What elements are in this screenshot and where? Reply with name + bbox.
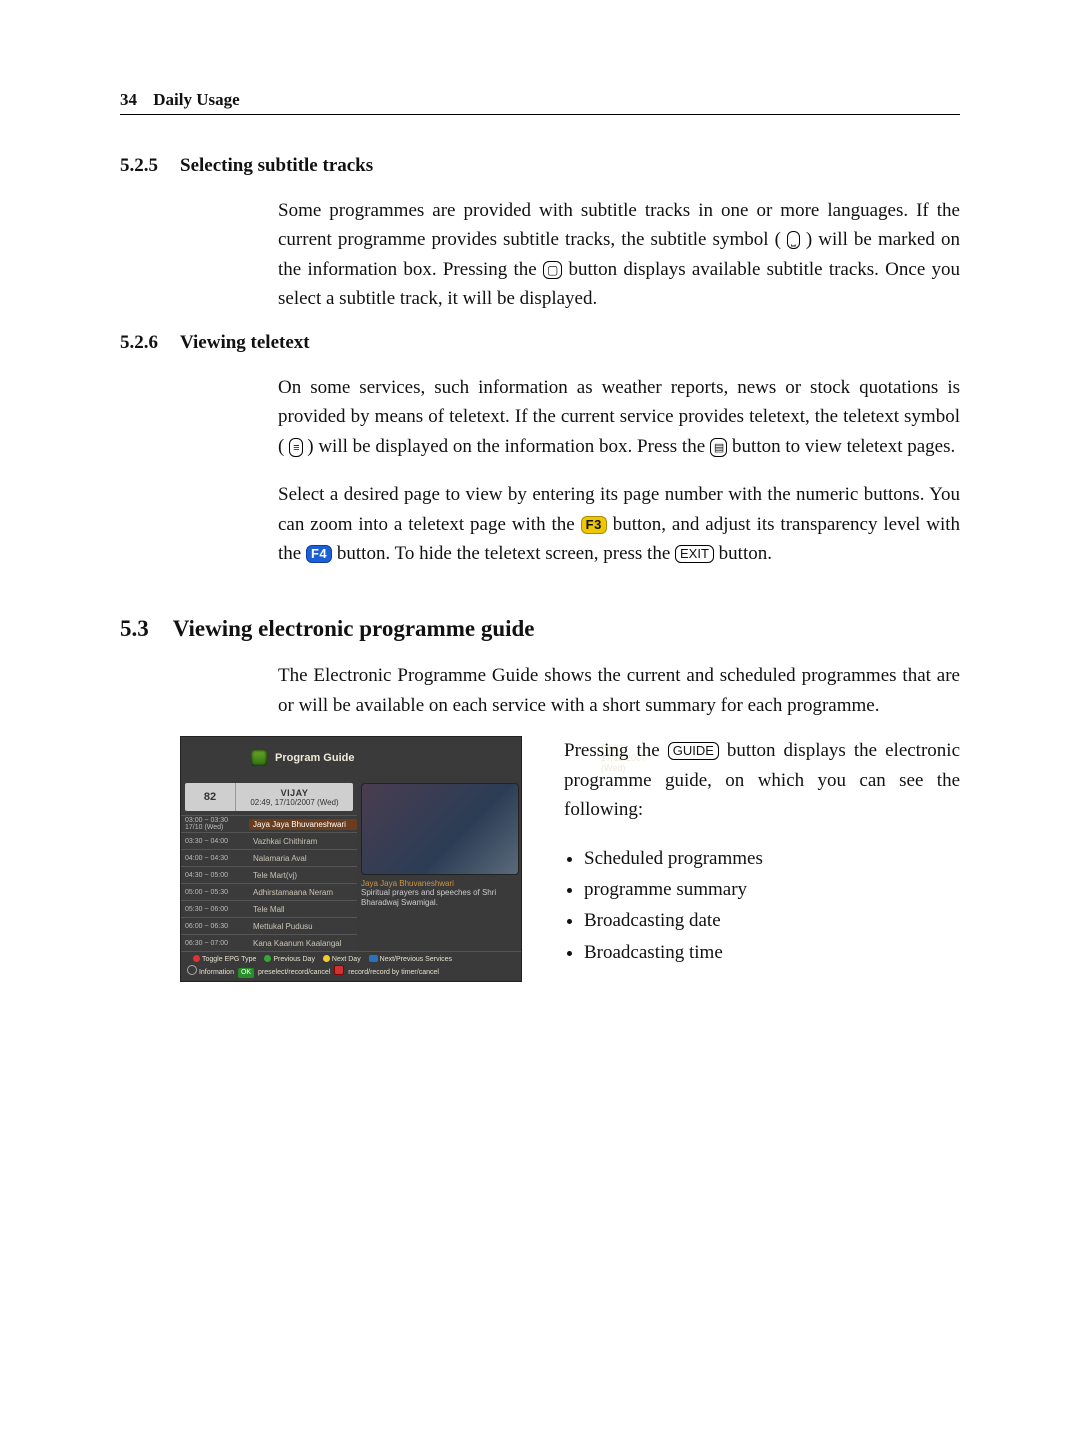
epg-desc: Spiritual prayers and speeches of Shri B… xyxy=(361,888,517,908)
epg-screenshot: Program Guide 03:02, 17/10/2007 (Wed) 82… xyxy=(180,736,522,982)
subsection-title: Selecting subtitle tracks xyxy=(180,155,373,176)
epg-row: 04:00 ~ 04:30Nalamaria Aval xyxy=(181,849,357,866)
f3-button-icon: F3 xyxy=(581,516,607,534)
epg-channel-box: 82 VIJAY 02:49, 17/10/2007 (Wed) xyxy=(185,783,353,811)
subsection-5-2-6: 5.2.6 Viewing teletext xyxy=(120,332,960,354)
epg-row: 06:00 ~ 06:30Mettukal Pudusu xyxy=(181,917,357,934)
section-5-3: 5.3 Viewing electronic programme guide xyxy=(120,616,960,642)
exit-button-icon: EXIT xyxy=(675,545,714,563)
text: button. xyxy=(719,543,772,564)
epg-row: 03:30 ~ 04:00Vazhkai Chithiram xyxy=(181,832,357,849)
epg-row-time: 03:30 ~ 04:00 xyxy=(181,838,249,845)
epg-row: 06:30 ~ 07:00Kana Kaanum Kaalangal xyxy=(181,934,357,951)
text: button to view teletext pages. xyxy=(732,436,955,457)
subsection-number: 5.2.6 xyxy=(120,332,158,353)
epg-row-prog: Tele Mart(vj) xyxy=(249,871,357,880)
bullet-list: Scheduled programmesprogramme summaryBro… xyxy=(564,844,960,968)
epg-row-time: 05:30 ~ 06:00 xyxy=(181,906,249,913)
epg-preview xyxy=(361,783,519,875)
epg-row-time: 06:00 ~ 06:30 xyxy=(181,923,249,930)
epg-row: 05:00 ~ 05:30Adhirstamaana Neram xyxy=(181,883,357,900)
epg-row-time: 03:00 ~ 03:30 17/10 (Wed) xyxy=(181,817,249,831)
subtitle-button-icon: ▢ xyxy=(543,261,562,279)
epg-row-prog: Tele Mall xyxy=(249,905,357,914)
text: Previous Day xyxy=(273,956,315,963)
guide-button-icon: GUIDE xyxy=(668,742,719,760)
epg-title: Program Guide xyxy=(275,752,354,764)
epg-row-prog: Vazhkai Chithiram xyxy=(249,837,357,846)
chapter-title: Daily Usage xyxy=(153,90,239,109)
record-icon xyxy=(334,965,344,975)
bullet-item: Scheduled programmes xyxy=(584,844,960,873)
paragraph: The Electronic Programme Guide shows the… xyxy=(278,661,960,720)
epg-desc-title: Jaya Jaya Bhuvaneshwari xyxy=(361,879,517,888)
paragraph: Some programmes are provided with subtit… xyxy=(278,196,960,314)
epg-row-time: 04:00 ~ 04:30 xyxy=(181,855,249,862)
text: button. To hide the teletext screen, pre… xyxy=(337,543,675,564)
epg-row-prog: Jaya Jaya Bhuvaneshwari xyxy=(249,819,357,830)
epg-row-time: 04:30 ~ 05:00 xyxy=(181,872,249,879)
paragraph: Pressing the GUIDE button displays the e… xyxy=(564,736,960,824)
epg-row-time: 05:00 ~ 05:30 xyxy=(181,889,249,896)
bullet-item: Broadcasting date xyxy=(584,906,960,935)
epg-row-prog: Kana Kaanum Kaalangal xyxy=(249,939,357,948)
epg-channel-time: 02:49, 17/10/2007 (Wed) xyxy=(250,798,338,807)
text: Next/Previous Services xyxy=(380,956,452,963)
text: Pressing the xyxy=(564,740,668,761)
text: preselect/record/cancel xyxy=(258,969,330,976)
paragraph: On some services, such information as we… xyxy=(278,373,960,461)
teletext-symbol-icon: ≡ xyxy=(289,438,302,457)
subtitle-symbol-icon: ⎵ xyxy=(787,231,800,249)
section-number: 5.3 xyxy=(120,616,149,641)
epg-row: 05:30 ~ 06:00Tele Mall xyxy=(181,900,357,917)
text: record/record by timer/cancel xyxy=(348,969,439,976)
epg-row-time: 06:30 ~ 07:00 xyxy=(181,940,249,947)
f4-button-icon: F4 xyxy=(306,545,332,563)
epg-logo-icon xyxy=(251,750,267,766)
epg-channel-number: 82 xyxy=(185,783,236,811)
epg-row-prog: Adhirstamaana Neram xyxy=(249,888,357,897)
subsection-5-2-5: 5.2.5 Selecting subtitle tracks xyxy=(120,155,960,177)
section-title: Viewing electronic programme guide xyxy=(173,616,535,641)
bullet-item: Broadcasting time xyxy=(584,938,960,967)
text: Information xyxy=(199,969,234,976)
text: Toggle EPG Type xyxy=(202,956,256,963)
running-head: 34 Daily Usage xyxy=(120,90,960,115)
ok-icon: OK xyxy=(238,968,254,978)
epg-row-prog: Nalamaria Aval xyxy=(249,854,357,863)
epg-row: 03:00 ~ 03:30 17/10 (Wed)Jaya Jaya Bhuva… xyxy=(181,815,357,832)
epg-row-prog: Mettukal Pudusu xyxy=(249,922,357,931)
subsection-title: Viewing teletext xyxy=(180,332,310,353)
page-number: 34 xyxy=(120,90,137,109)
text: ) will be displayed on the information b… xyxy=(307,436,710,457)
epg-footer: Toggle EPG Type Previous Day Next Day Ne… xyxy=(181,951,521,981)
bullet-item: programme summary xyxy=(584,875,960,904)
epg-row: 04:30 ~ 05:00Tele Mart(vj) xyxy=(181,866,357,883)
paragraph: Select a desired page to view by enterin… xyxy=(278,480,960,568)
epg-channel-name: VIJAY xyxy=(281,788,309,798)
teletext-button-icon: ▤ xyxy=(710,438,727,457)
subsection-number: 5.2.5 xyxy=(120,155,158,176)
text: Next Day xyxy=(332,956,361,963)
